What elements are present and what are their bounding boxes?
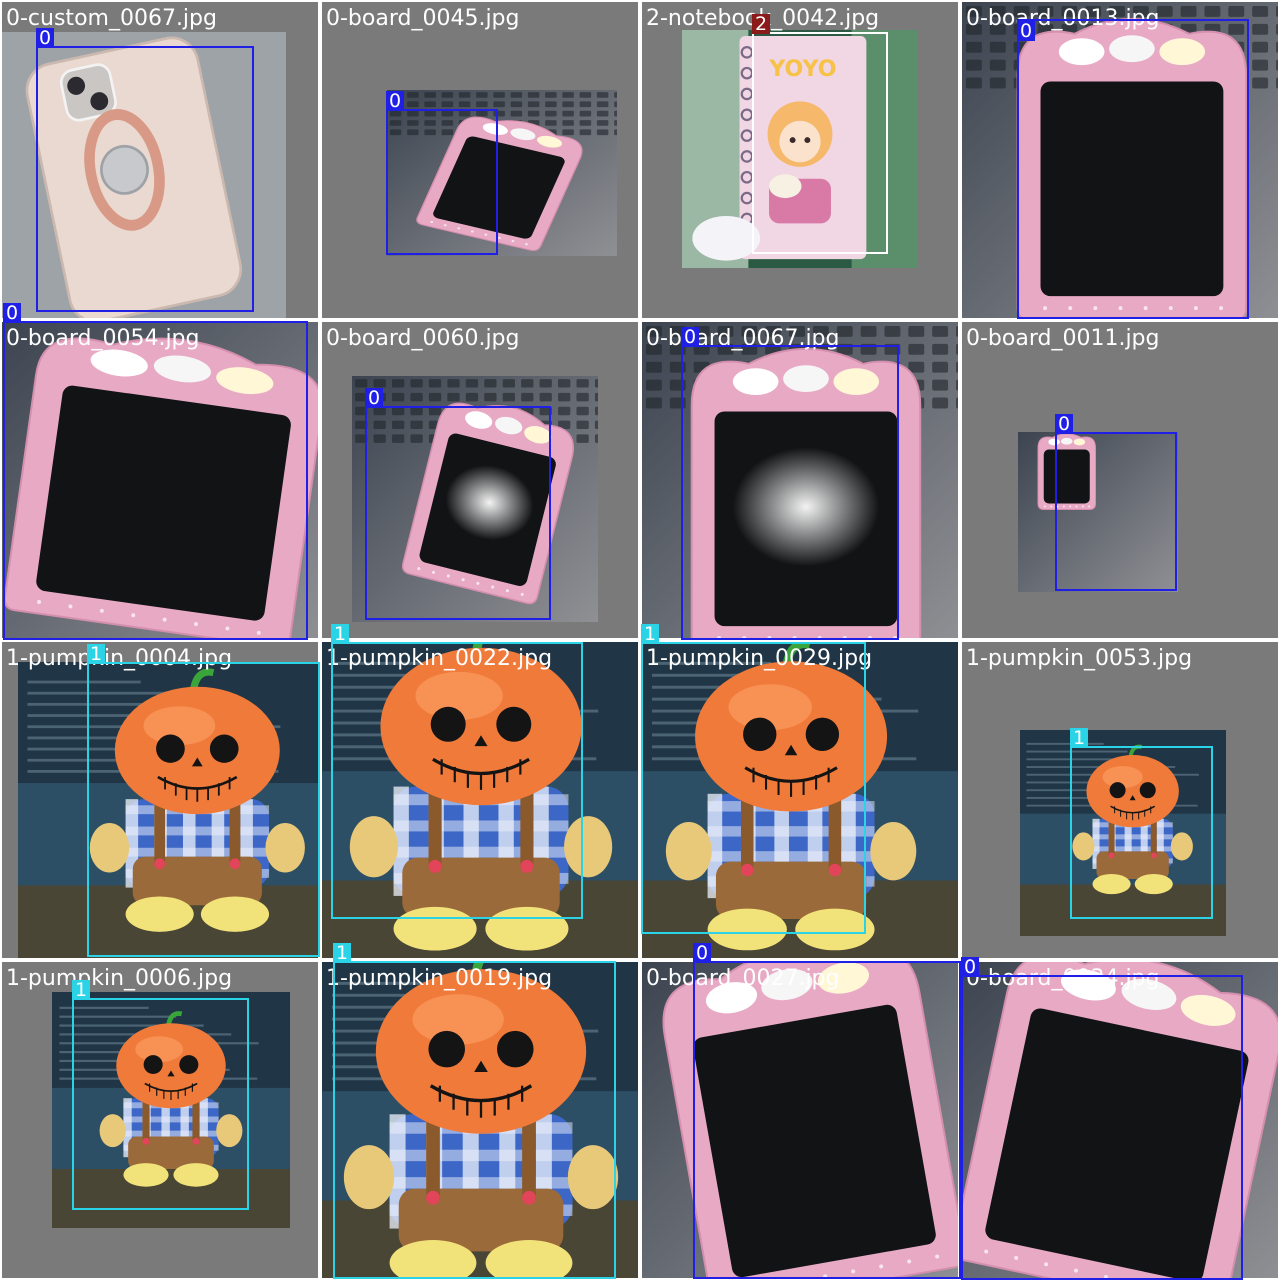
image-filename: 0-board_0027.jpg bbox=[646, 966, 840, 991]
phone-case-photo bbox=[2, 32, 286, 318]
drawing-board-photo bbox=[642, 962, 958, 1278]
image-tile: 0-board_0067.jpg bbox=[640, 320, 960, 640]
image-tile: 0-board_0011.jpg bbox=[960, 320, 1280, 640]
notebook-photo: YOYO bbox=[682, 30, 918, 268]
image-filename: 1-pumpkin_0019.jpg bbox=[326, 966, 553, 991]
image-tile: 0-board_0054.jpg bbox=[0, 320, 320, 640]
image-filename: 1-pumpkin_0006.jpg bbox=[6, 966, 233, 991]
image-filename: 2-notebook_0042.jpg bbox=[646, 6, 880, 31]
image-filename: 1-pumpkin_0004.jpg bbox=[6, 646, 233, 671]
pumpkin-plush-photo bbox=[322, 962, 638, 1278]
training-batch-grid: 0-custom_0067.jpg 0-board_0045.jpg YOYO … bbox=[0, 0, 1280, 1280]
image-filename: 0-board_0013.jpg bbox=[966, 6, 1160, 31]
image-filename: 1-pumpkin_0029.jpg bbox=[646, 646, 873, 671]
pumpkin-plush-photo bbox=[322, 642, 638, 958]
image-tile: 1-pumpkin_0022.jpg bbox=[320, 640, 640, 960]
image-filename: 0-board_0034.jpg bbox=[966, 966, 1160, 991]
image-filename: 0-board_0067.jpg bbox=[646, 326, 840, 351]
image-tile: 0-custom_0067.jpg bbox=[0, 0, 320, 320]
image-tile: 1-pumpkin_0019.jpg bbox=[320, 960, 640, 1280]
image-filename: 1-pumpkin_0022.jpg bbox=[326, 646, 553, 671]
image-tile: 1-pumpkin_0053.jpg bbox=[960, 640, 1280, 960]
drawing-board-photo bbox=[1018, 432, 1178, 592]
svg-text:YOYO: YOYO bbox=[768, 56, 836, 82]
drawing-board-photo bbox=[642, 322, 958, 638]
image-tile: 1-pumpkin_0029.jpg bbox=[640, 640, 960, 960]
drawing-board-photo bbox=[962, 2, 1278, 318]
image-tile: YOYO 2-notebook_0042.jpg bbox=[640, 0, 960, 320]
image-filename: 0-board_0054.jpg bbox=[6, 326, 200, 351]
image-tile: 0-board_0060.jpg bbox=[320, 320, 640, 640]
pumpkin-plush-photo bbox=[52, 992, 290, 1228]
image-filename: 0-custom_0067.jpg bbox=[6, 6, 217, 31]
drawing-board-photo bbox=[2, 322, 318, 638]
image-tile: 0-board_0034.jpg bbox=[960, 960, 1280, 1280]
drawing-board-photo bbox=[962, 962, 1278, 1278]
image-tile: 0-board_0013.jpg bbox=[960, 0, 1280, 320]
image-filename: 0-board_0060.jpg bbox=[326, 326, 520, 351]
drawing-board-photo bbox=[352, 376, 598, 622]
image-filename: 1-pumpkin_0053.jpg bbox=[966, 646, 1193, 671]
image-tile: 1-pumpkin_0006.jpg bbox=[0, 960, 320, 1280]
image-filename: 0-board_0045.jpg bbox=[326, 6, 520, 31]
image-tile: 0-board_0045.jpg bbox=[320, 0, 640, 320]
pumpkin-plush-photo bbox=[18, 662, 318, 958]
pumpkin-plush-photo bbox=[1020, 730, 1226, 936]
pumpkin-plush-photo bbox=[642, 642, 958, 958]
drawing-board-photo bbox=[387, 90, 617, 256]
image-filename: 0-board_0011.jpg bbox=[966, 326, 1160, 351]
image-tile: 0-board_0027.jpg bbox=[640, 960, 960, 1280]
image-tile: 1-pumpkin_0004.jpg bbox=[0, 640, 320, 960]
